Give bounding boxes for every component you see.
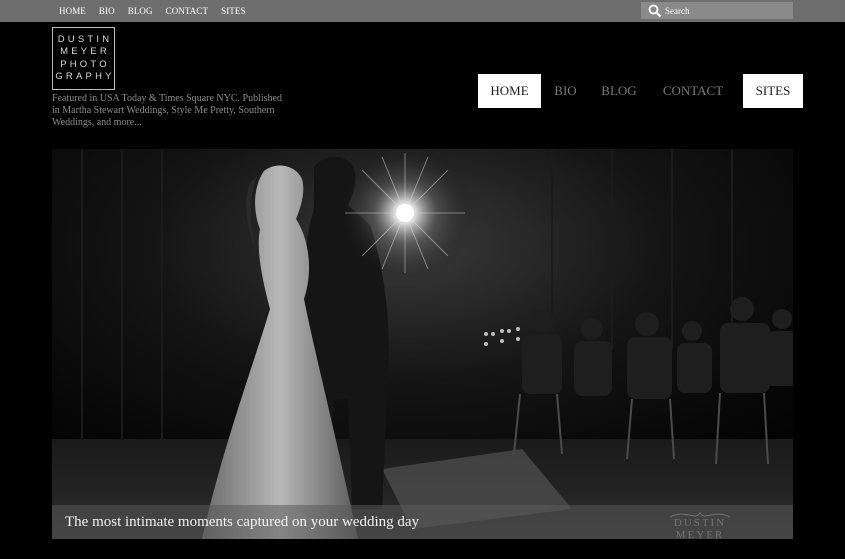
logo[interactable]: DUSTIN MEYER PHOTO GRAPHY [52, 27, 115, 90]
logo-line-1: DUSTIN [57, 33, 113, 45]
hero-caption: The most intimate moments captured on yo… [65, 514, 420, 530]
logo-line-2: MEYER [60, 46, 110, 57]
top-nav-bio[interactable]: BIO [99, 6, 115, 16]
main-nav-contact[interactable]: CONTACT [648, 74, 738, 108]
search-icon[interactable] [647, 3, 663, 19]
top-nav-home[interactable]: HOME [59, 6, 86, 16]
watermark-flourish-icon [669, 512, 731, 518]
hero-slideshow[interactable]: The most intimate moments captured on yo… [52, 149, 793, 539]
top-bar: HOME BIO BLOG CONTACT SITES [0, 0, 845, 22]
main-nav-bio[interactable]: BIO [541, 74, 590, 108]
tagline: Featured in USA Today & Times Square NYC… [52, 93, 282, 128]
logo-line-4: GRAPHY [55, 71, 115, 82]
hero-photo [52, 149, 793, 539]
watermark: DUSTIN MEYER [650, 509, 750, 539]
main-nav-sites[interactable]: SITES [743, 74, 803, 108]
main-nav: HOME BIO BLOG CONTACT SITES [478, 74, 803, 108]
main-nav-blog[interactable]: BLOG [590, 74, 648, 108]
search-input[interactable] [665, 5, 785, 16]
search-box [641, 2, 793, 19]
main-nav-home[interactable]: HOME [478, 74, 541, 108]
logo-line-3: PHOTO [60, 58, 110, 70]
top-nav-blog[interactable]: BLOG [128, 6, 153, 16]
top-nav-contact[interactable]: CONTACT [166, 6, 208, 16]
top-nav-sites[interactable]: SITES [221, 6, 246, 16]
top-nav: HOME BIO BLOG CONTACT SITES [59, 0, 259, 22]
